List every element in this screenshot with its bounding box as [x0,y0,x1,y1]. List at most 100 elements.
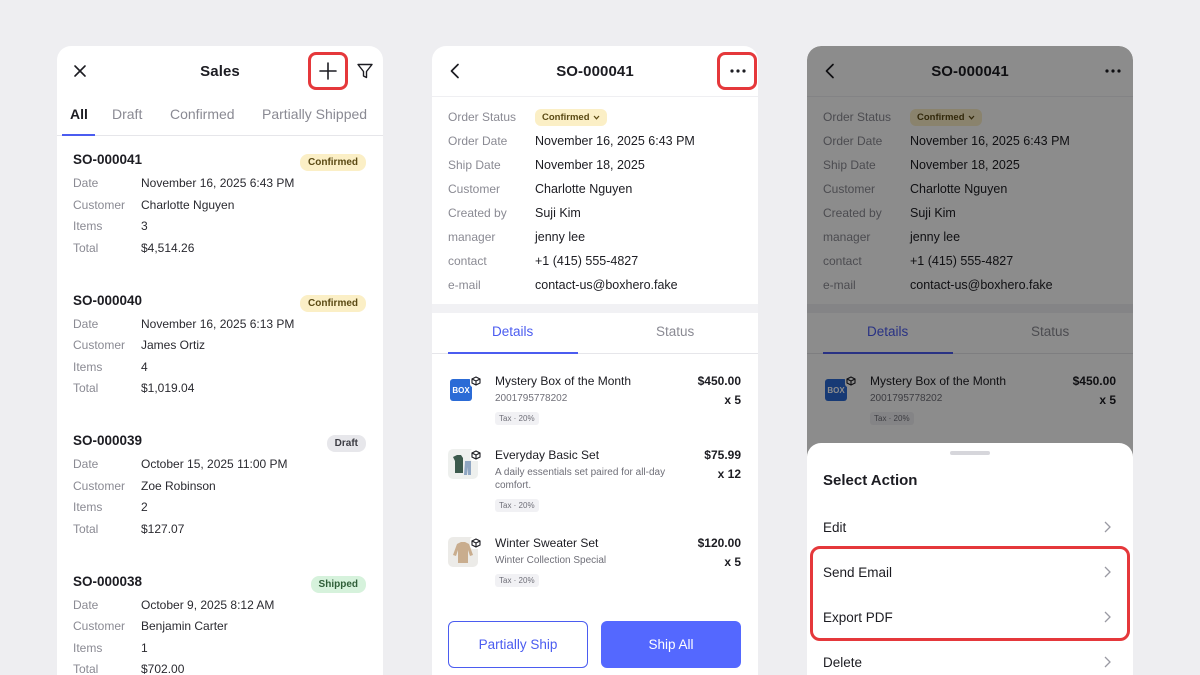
item-name: Mystery Box of the Month [495,374,632,388]
order-card[interactable]: SO-000041 Confirmed Date November 16, 202… [57,137,383,278]
items-label: Items [73,359,103,374]
ship-date: November 18, 2025 [535,158,645,172]
email: contact-us@boxhero.fake [535,278,678,292]
field-label: e-mail [448,278,481,292]
cube-icon [470,449,482,461]
order-date: November 16, 2025 6:43 PM [141,176,295,190]
order-date: November 16, 2025 6:43 PM [535,134,695,148]
tab-draft[interactable]: Draft [112,106,142,122]
page-title: SO-000041 [556,62,634,80]
order-customer: Zoe Robinson [141,478,216,493]
header: Sales [57,46,383,96]
action-send-email[interactable]: Send Email [807,550,1133,595]
action-export-pdf[interactable]: Export PDF [807,595,1133,640]
field-label: contact [448,254,487,268]
action-label: Delete [823,655,863,670]
ship-all-button[interactable]: Ship All [601,621,741,668]
order-info: Order Status Confirmed Order Date Novembe… [432,96,758,304]
sheet-grabber[interactable] [950,451,990,455]
chevron-down-icon [593,115,599,120]
order-items: 4 [141,359,148,374]
total-label: Total [73,521,99,536]
back-icon[interactable] [443,59,467,83]
order-card[interactable]: SO-000039 Draft Date October 15, 2025 11:… [57,418,383,559]
status-tabs: All Draft Confirmed Partially Shipped [57,96,383,136]
tax-tag: Tax · 20% [495,499,539,512]
cube-icon [470,375,482,387]
order-total: $127.07 [141,521,185,536]
sales-list-screen: Sales All Draft Confirmed Partially Ship… [57,46,383,675]
status-badge: Confirmed [300,294,366,312]
tab-details[interactable]: Details [492,324,533,339]
partially-ship-button[interactable]: Partially Ship [448,621,588,668]
item-quantity: x 12 [717,467,741,481]
order-id: SO-000039 [73,433,143,448]
action-edit[interactable]: Edit [807,505,1133,550]
item-price: $120.00 [697,536,741,550]
tab-all[interactable]: All [70,106,88,122]
sweater-icon [448,537,482,571]
item-quantity: x 5 [724,393,741,407]
tab-confirmed[interactable]: Confirmed [170,106,235,122]
active-tab-indicator [62,134,95,136]
order-customer: Charlotte Nguyen [141,197,235,212]
chevron-right-icon [1104,656,1111,668]
action-label: Edit [823,520,847,535]
field-label: Order Date [448,134,508,148]
status-badge: Draft [326,435,366,452]
status-badge: Confirmed [300,154,366,171]
customer: Charlotte Nguyen [535,182,633,196]
chevron-right-icon [1104,521,1111,533]
clothing-set-icon [448,449,482,483]
filter-icon[interactable] [353,59,377,83]
order-customer: James Ortiz [141,338,206,352]
total-label: Total [73,381,99,395]
order-date: October 9, 2025 8:12 AM [141,597,275,612]
order-date: November 16, 2025 6:13 PM [141,316,295,331]
tax-tag: Tax · 20% [495,574,539,587]
action-delete[interactable]: Delete [807,640,1133,675]
header: SO-000041 [432,46,758,96]
status-dropdown[interactable]: Confirmed [535,108,607,126]
customer-label: Customer [73,619,126,633]
chevron-right-icon [1104,611,1111,623]
order-customer: Benjamin Carter [141,619,228,633]
order-items: 3 [141,219,148,233]
item-quantity: x 5 [724,555,741,569]
active-tab-indicator [448,352,578,354]
manager: jenny lee [535,230,586,244]
tax-tag: Tax · 20% [495,412,539,425]
more-options-icon[interactable] [726,59,750,83]
tab-partially-shipped[interactable]: Partially Shipped [262,106,367,122]
date-label: Date [73,316,99,331]
add-icon[interactable] [316,59,340,83]
action-sheet: Select Action Edit Send Email Export PDF… [807,443,1133,675]
order-card[interactable]: SO-000038 Shipped Date October 9, 2025 8:… [57,559,383,675]
cube-icon [470,537,482,549]
item-name: Everyday Basic Set [495,448,600,462]
field-label: Ship Date [448,158,501,172]
action-label: Export PDF [823,610,893,625]
page-title: Sales [200,62,240,80]
action-label: Send Email [823,565,893,580]
field-label: manager [448,230,496,244]
item-price: $75.99 [704,448,741,462]
order-card[interactable]: SO-000040 Confirmed Date November 16, 202… [57,278,383,419]
order-items: 1 [141,640,148,655]
order-list: SO-000041 Confirmed Date November 16, 202… [57,137,383,675]
item-name: Winter Sweater Set [495,536,599,550]
order-total: $4,514.26 [141,240,195,255]
item-description: A daily essentials set paired for all-da… [495,467,666,491]
order-detail-action-sheet-screen: SO-000041 Order Status Confirmed Order D… [807,46,1133,675]
order-items: 2 [141,500,148,514]
item-sku: 2001795778202 [495,393,568,404]
field-label: Created by [448,206,507,220]
customer-label: Customer [73,338,126,352]
items-label: Items [73,219,103,233]
mystery-box-icon: BOX [448,375,482,409]
field-label: Customer [448,182,501,196]
close-icon[interactable] [68,59,92,83]
status-value: Confirmed [542,111,590,123]
order-total: $702.00 [141,662,185,675]
tab-status[interactable]: Status [656,324,694,339]
